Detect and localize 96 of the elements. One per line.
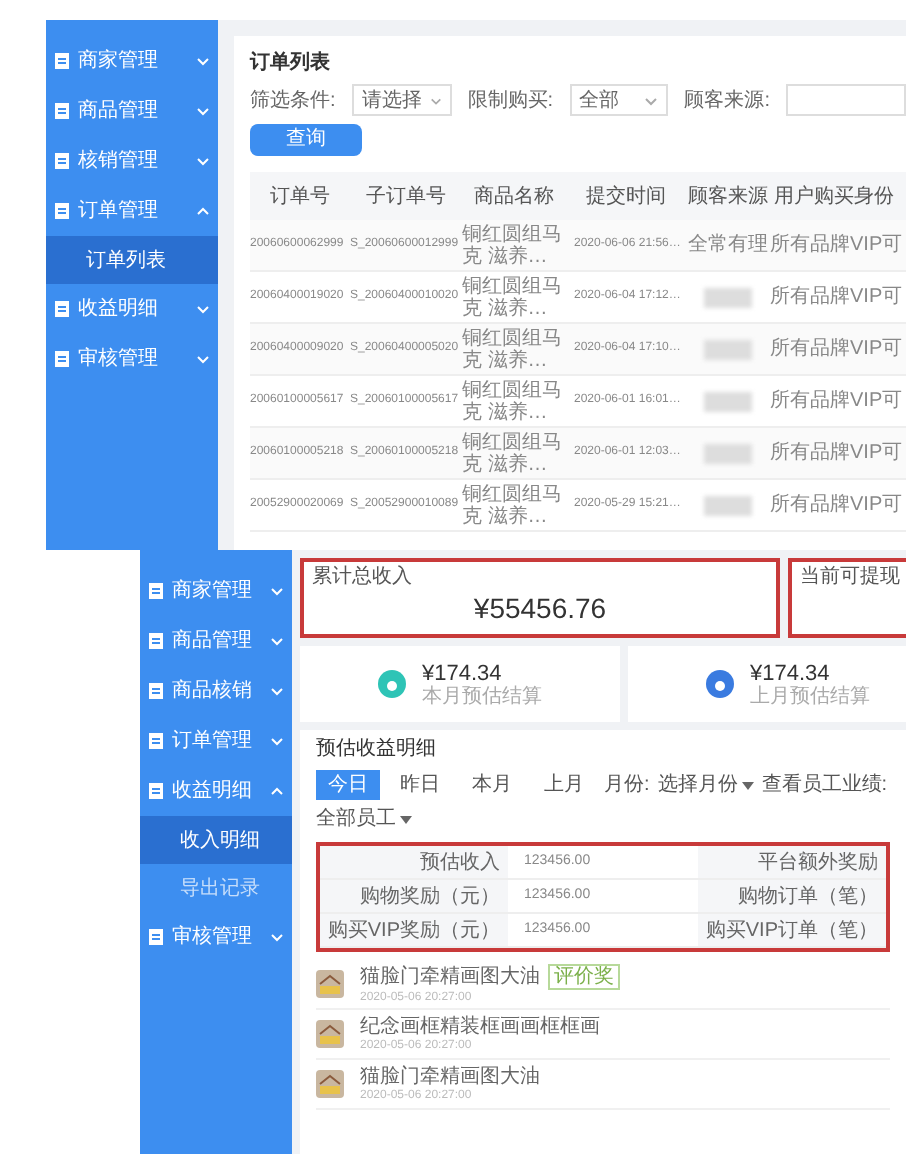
chevron-down-icon — [270, 636, 284, 646]
chevron-down-icon — [196, 304, 210, 314]
chevron-up-icon — [270, 786, 284, 796]
filter-label: 限制购买: — [467, 87, 554, 115]
document-icon — [54, 52, 70, 70]
sidebar-subitem[interactable]: 导出记录 — [140, 864, 292, 912]
chevron-down-icon — [270, 686, 284, 696]
document-icon — [54, 300, 70, 318]
sidebar-item[interactable]: 核销管理 — [46, 136, 218, 186]
chevron-down-icon — [429, 95, 442, 105]
sidebar-item[interactable]: 收益明细 — [140, 766, 292, 816]
table-cell: 购买VIP订单（笔） — [698, 914, 886, 946]
table-cell-text: 铜红圆组马克 滋养… — [462, 483, 564, 527]
record-title: 猫脸门牵精画图大油 — [360, 1065, 540, 1087]
card-label: 当前可提现 — [800, 566, 900, 588]
chevron-down-icon — [196, 56, 210, 66]
filter-label: 月份: — [604, 772, 650, 800]
sidebar-item[interactable]: 商家管理 — [46, 36, 218, 86]
sidebar-item[interactable]: 商家管理 — [140, 566, 292, 616]
table-cell-text: 所有品牌VIP可 — [770, 491, 898, 520]
document-icon — [54, 152, 70, 170]
table-cell-text: 所有品牌VIP可 — [770, 335, 898, 364]
stat-caption: 上月预估结算 — [750, 685, 870, 707]
column-header: 订单号 — [268, 183, 332, 211]
table-cell-text: 所有品牌VIP可 — [770, 283, 898, 312]
sidebar-item[interactable]: 审核管理 — [140, 912, 292, 962]
chevron-down-icon — [196, 156, 210, 166]
select-field[interactable]: 选择月份 — [657, 770, 754, 800]
page-title: 订单列表 — [250, 52, 330, 76]
sidebar-subitem[interactable]: 订单列表 — [46, 236, 218, 284]
period-tab[interactable]: 今日 — [316, 770, 380, 800]
document-icon — [148, 582, 164, 600]
chevron-down-icon — [270, 586, 284, 596]
table-cell-text: 铜红圆组马克 滋养… — [462, 379, 564, 423]
sidebar-item[interactable]: 订单管理 — [140, 716, 292, 766]
stat-caption: 本月预估结算 — [422, 685, 542, 707]
filter-label: 顾客来源: — [684, 87, 770, 115]
record-title: 纪念画框精装框画画框框画 — [360, 1015, 600, 1037]
document-icon — [148, 732, 164, 750]
chevron-down-icon — [270, 736, 284, 746]
record-title: 猫脸门牵精画图大油 — [360, 965, 540, 987]
caret-down-icon — [400, 815, 412, 823]
card-value: ¥55456.76 — [473, 590, 607, 628]
sidebar-item[interactable]: 收益明细 — [46, 284, 218, 334]
document-icon — [148, 632, 164, 650]
section-title: 预估收益明细 — [316, 738, 436, 762]
column-header: 顾客来源 — [686, 183, 770, 211]
filter-label: 筛选条件: — [250, 87, 336, 115]
thumbnail-icon — [316, 970, 344, 998]
chevron-down-icon — [644, 95, 659, 105]
thumbnail-icon — [316, 1020, 344, 1048]
chevron-down-icon — [196, 106, 210, 116]
table-cell: 平台额外奖励 — [698, 846, 886, 878]
sidebar-item[interactable]: 商品管理 — [140, 616, 292, 666]
table-cell: 购物订单（笔） — [698, 880, 886, 912]
query-button[interactable]: 查询 — [250, 124, 362, 156]
caret-down-icon — [741, 781, 754, 789]
sidebar-subitem[interactable]: 收入明细 — [140, 816, 292, 864]
table-cell-text: 所有品牌VIP可 — [770, 387, 898, 416]
sidebar-item[interactable]: 商品核销 — [140, 666, 292, 716]
input-field[interactable] — [786, 84, 906, 116]
record-tag: 评价奖 — [548, 963, 620, 989]
sidebar-item[interactable]: 订单管理 — [46, 186, 218, 236]
column-header: 子订单号 — [364, 183, 448, 211]
table-cell: 购物奖励（元） — [320, 880, 508, 912]
document-icon — [54, 202, 70, 220]
table-cell-text: 铜红圆组马克 滋养… — [462, 431, 564, 475]
table-cell: 预估收入 — [320, 846, 508, 878]
document-icon — [148, 928, 164, 946]
sidebar-item[interactable]: 商品管理 — [46, 86, 218, 136]
table-cell-text: 铜红圆组马克 滋养… — [462, 275, 564, 319]
table-cell-text: 所有品牌VIP可 — [770, 439, 898, 468]
column-header: 商品名称 — [472, 183, 556, 211]
thumbnail-icon — [316, 1070, 344, 1098]
chevron-down-icon — [196, 354, 210, 364]
card-label: 累计总收入 — [312, 566, 412, 588]
select-field[interactable]: 全部 — [569, 84, 669, 116]
column-header: 用户购买身份 — [772, 183, 896, 211]
document-icon — [54, 102, 70, 120]
select-field[interactable]: 请选择 — [351, 84, 452, 116]
table-cell-text: 铜红圆组马克 滋养… — [462, 223, 564, 267]
table-cell-text: 所有品牌VIP可 — [770, 231, 898, 260]
stat-amount: ¥174.34 — [422, 661, 502, 685]
stat-amount: ¥174.34 — [750, 661, 830, 685]
document-icon — [54, 350, 70, 368]
table-cell-text: 全常有理 — [688, 231, 768, 260]
filter-label: 查看员工业绩: — [761, 771, 888, 800]
chevron-down-icon — [270, 932, 284, 942]
table-cell: 购买VIP奖励（元） — [320, 914, 508, 946]
chevron-up-icon — [196, 206, 210, 216]
column-header: 提交时间 — [584, 183, 668, 211]
table-cell-text: 铜红圆组马克 滋养… — [462, 327, 564, 371]
document-icon — [148, 682, 164, 700]
select-field[interactable]: 全部员工 — [316, 804, 412, 834]
sidebar-item[interactable]: 审核管理 — [46, 334, 218, 384]
document-icon — [148, 782, 164, 800]
